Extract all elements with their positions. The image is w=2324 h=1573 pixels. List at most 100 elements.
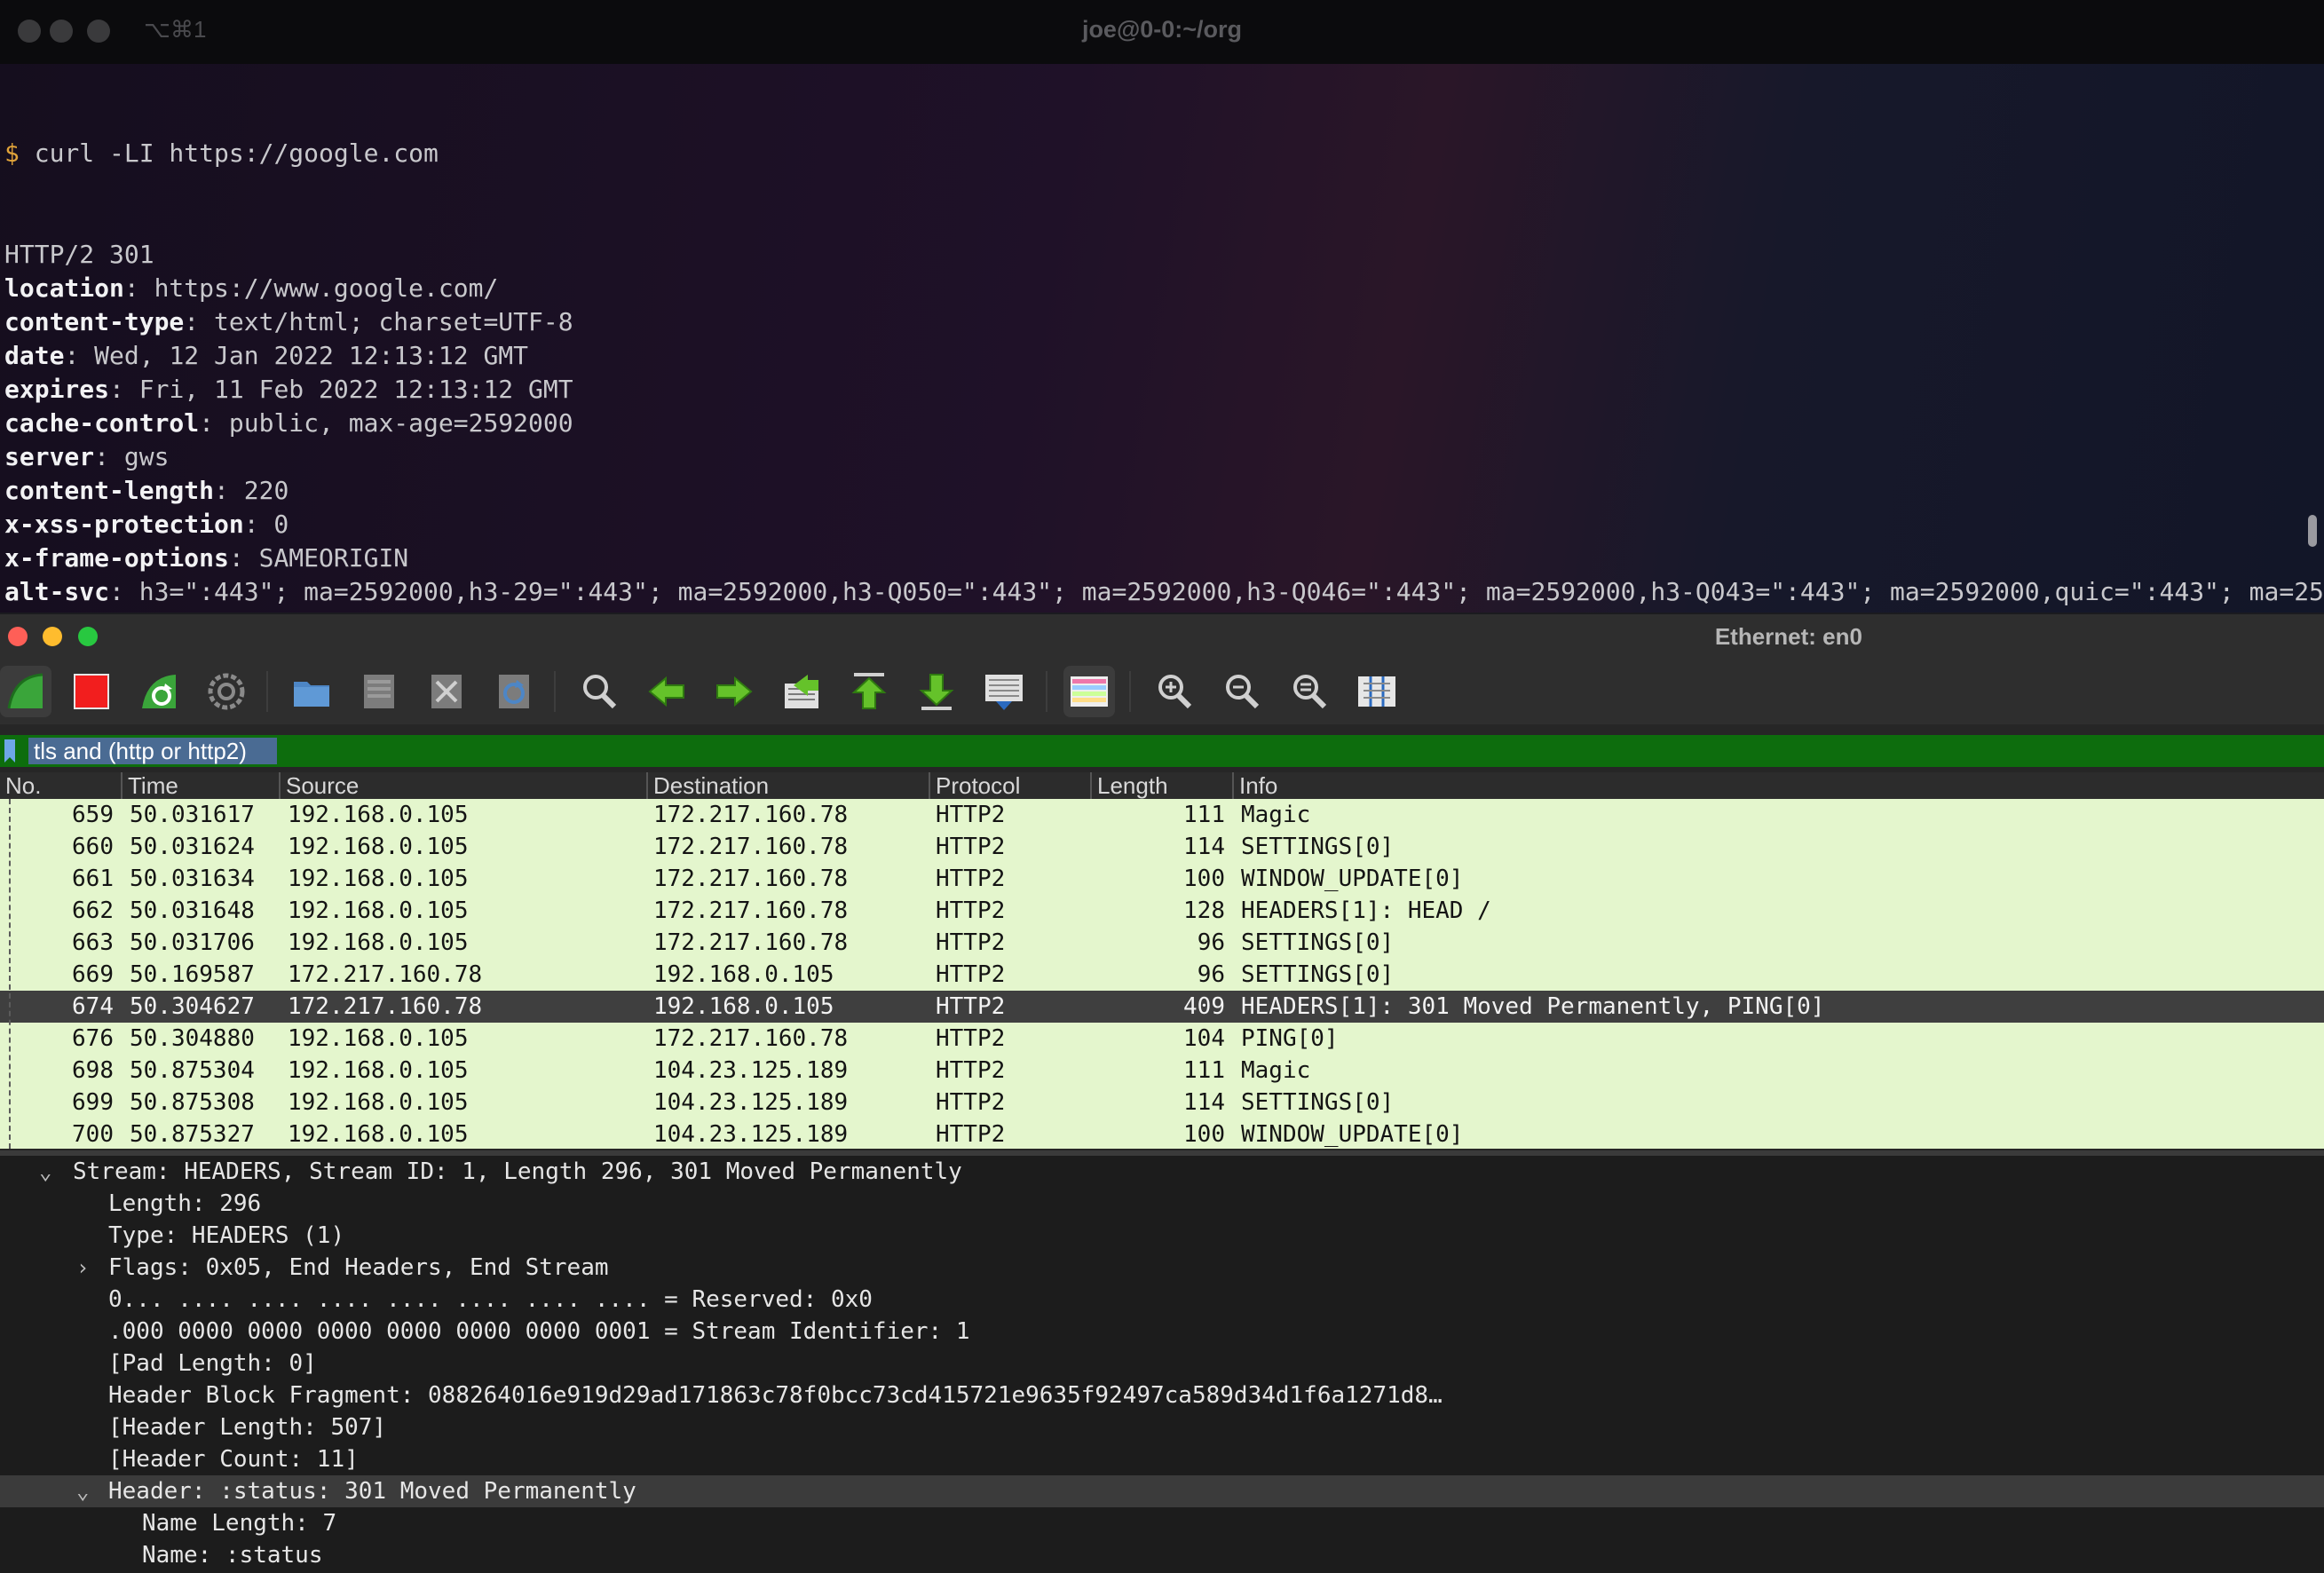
detail-text: Stream: HEADERS, Stream ID: 1, Length 29…: [73, 1158, 962, 1185]
column-header-length[interactable]: Length: [1090, 772, 1232, 799]
detail-line[interactable]: 0... .... .... .... .... .... .... .... …: [0, 1284, 2324, 1316]
normal-size-button[interactable]: [1284, 666, 1335, 717]
detail-line[interactable]: [Pad Length: 0]: [0, 1348, 2324, 1379]
column-header-source[interactable]: Source: [279, 772, 646, 799]
table-row[interactable]: 660 50.031624 192.168.0.105 172.217.160.78 H…: [0, 831, 2324, 863]
command-text: curl -LI https://google.com: [34, 138, 439, 168]
column-header-no[interactable]: No.: [0, 772, 121, 799]
go-forward-button[interactable]: [708, 666, 760, 717]
packet-no: 699: [72, 1089, 114, 1116]
normal-size-icon: [1293, 675, 1327, 709]
detail-line[interactable]: [Header Length: 507]: [0, 1411, 2324, 1443]
resize-columns-button[interactable]: [1351, 666, 1403, 717]
bookmark-icon[interactable]: [4, 739, 16, 763]
colorize-button[interactable]: [1063, 666, 1115, 717]
go-last-button[interactable]: [911, 666, 962, 717]
detail-line[interactable]: Length: 296: [0, 1188, 2324, 1220]
zoom-out-icon: [1226, 675, 1260, 709]
detail-line[interactable]: › Flags: 0x05, End Headers, End Stream: [0, 1252, 2324, 1284]
start-capture-button[interactable]: [0, 666, 51, 717]
packet-protocol: HTTP2: [936, 834, 1006, 860]
table-row[interactable]: 663 50.031706 192.168.0.105 172.217.160.78 H…: [0, 927, 2324, 959]
packet-time: 50.875304: [130, 1057, 255, 1084]
detail-line-selected[interactable]: ⌄ Header: :status: 301 Moved Permanently: [0, 1475, 2324, 1507]
column-header-time[interactable]: Time: [121, 772, 279, 799]
column-header-protocol[interactable]: Protocol: [929, 772, 1090, 799]
packet-info: SETTINGS[0]: [1241, 1089, 1395, 1116]
packet-no: 674: [72, 993, 114, 1020]
table-row[interactable]: 698 50.875304 192.168.0.105 104.23.125.189 H…: [0, 1055, 2324, 1087]
chevron-down-icon[interactable]: ⌄: [76, 1475, 89, 1507]
table-row[interactable]: 676 50.304880 192.168.0.105 172.217.160.78 H…: [0, 1023, 2324, 1055]
terminal-scrollbar[interactable]: [2308, 515, 2317, 547]
save-file-button[interactable]: [353, 666, 405, 717]
packet-time: 50.875308: [130, 1089, 255, 1116]
reload-file-button[interactable]: [488, 666, 540, 717]
column-header-destination[interactable]: Destination: [646, 772, 929, 799]
header-key: content-length: [4, 476, 215, 505]
detail-text: 0... .... .... .... .... .... .... .... …: [108, 1286, 873, 1313]
detail-text: Type: HEADERS (1): [108, 1222, 345, 1249]
main-toolbar: [0, 659, 2324, 724]
packet-destination: 172.217.160.78: [653, 866, 849, 892]
header-key: x-frame-options: [4, 543, 229, 573]
packet-destination: 104.23.125.189: [653, 1057, 849, 1084]
packet-time: 50.031624: [130, 834, 255, 860]
output-line: expires: Fri, 11 Feb 2022 12:13:12 GMT: [4, 373, 2324, 407]
command-line: $ curl -LI https://google.com: [4, 137, 2324, 170]
table-row[interactable]: 662 50.031648 192.168.0.105 172.217.160.78 H…: [0, 895, 2324, 927]
packet-no: 676: [72, 1025, 114, 1052]
detail-line[interactable]: Name: :status: [0, 1539, 2324, 1571]
go-back-button[interactable]: [641, 666, 692, 717]
capture-options-button[interactable]: [201, 666, 252, 717]
auto-scroll-button[interactable]: [978, 666, 1030, 717]
packet-no: 698: [72, 1057, 114, 1084]
detail-line[interactable]: Type: HEADERS (1): [0, 1220, 2324, 1252]
output-line: HTTP/2 301: [4, 238, 2324, 272]
detail-line[interactable]: ⌄ Stream: HEADERS, Stream ID: 1, Length 2…: [0, 1156, 2324, 1188]
table-row[interactable]: 661 50.031634 192.168.0.105 172.217.160.78 H…: [0, 863, 2324, 895]
open-file-button[interactable]: [286, 666, 337, 717]
column-header-info[interactable]: Info: [1232, 772, 2324, 799]
packet-source: 192.168.0.105: [288, 897, 469, 924]
table-row-selected[interactable]: 674 50.304627 172.217.160.78 192.168.0.105 H…: [0, 991, 2324, 1023]
header-value: v="46,43": [4, 611, 154, 613]
packet-protocol: HTTP2: [936, 866, 1006, 892]
detail-text: Name Length: 7: [142, 1510, 337, 1537]
packet-details-pane[interactable]: ⌄ Stream: HEADERS, Stream ID: 1, Length 2…: [0, 1156, 2324, 1573]
save-file-icon: [364, 675, 394, 708]
close-file-button[interactable]: [421, 666, 472, 717]
go-first-button[interactable]: [843, 666, 895, 717]
find-packet-button[interactable]: [573, 666, 625, 717]
packet-no: 669: [72, 961, 114, 988]
reload-file-icon: [499, 675, 529, 708]
go-to-packet-button[interactable]: [776, 666, 827, 717]
detail-line[interactable]: Header Block Fragment: 088264016e919d29a…: [0, 1379, 2324, 1411]
zoom-in-button[interactable]: [1149, 666, 1200, 717]
minimize-button[interactable]: [43, 627, 62, 646]
header-key: location: [4, 273, 124, 303]
table-row[interactable]: 669 50.169587 172.217.160.78 192.168.0.105 H…: [0, 959, 2324, 991]
detail-line[interactable]: Name Length: 7: [0, 1507, 2324, 1539]
packet-destination: 104.23.125.189: [653, 1089, 849, 1116]
resize-columns-icon: [1358, 676, 1395, 707]
zoom-out-button[interactable]: [1216, 666, 1268, 717]
close-button[interactable]: [8, 627, 28, 646]
packet-list[interactable]: No. Time Source Destination Protocol Len…: [0, 772, 2324, 1149]
table-row[interactable]: 699 50.875308 192.168.0.105 104.23.125.189 H…: [0, 1087, 2324, 1118]
table-row[interactable]: 700 50.875327 192.168.0.105 104.23.125.189 H…: [0, 1118, 2324, 1149]
packet-protocol: HTTP2: [936, 961, 1006, 988]
restart-capture-button[interactable]: [133, 666, 185, 717]
terminal-output[interactable]: $ curl -LI https://google.com HTTP/2 301…: [4, 69, 2324, 613]
display-filter-input[interactable]: [28, 738, 277, 764]
packet-time: 50.031648: [130, 897, 255, 924]
stop-capture-button[interactable]: [66, 666, 117, 717]
packet-destination: 172.217.160.78: [653, 1025, 849, 1052]
zoom-button[interactable]: [78, 627, 98, 646]
chevron-right-icon[interactable]: ›: [76, 1252, 89, 1284]
chevron-down-icon[interactable]: ⌄: [39, 1156, 51, 1188]
table-row[interactable]: 659 50.031617 192.168.0.105 172.217.160.78 H…: [0, 799, 2324, 831]
detail-line[interactable]: [Header Count: 11]: [0, 1443, 2324, 1475]
header-value: : https://www.google.com/: [123, 273, 499, 303]
detail-line[interactable]: .000 0000 0000 0000 0000 0000 0000 0001 …: [0, 1316, 2324, 1348]
